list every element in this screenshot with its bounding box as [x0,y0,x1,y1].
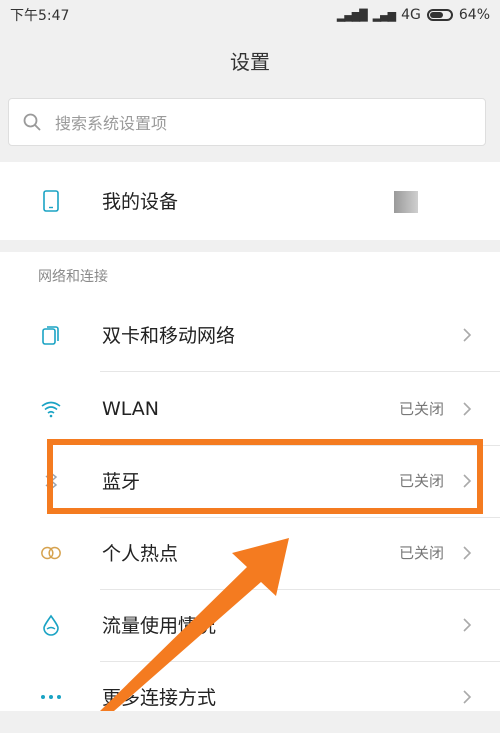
pointer-arrow-icon [100,538,289,711]
